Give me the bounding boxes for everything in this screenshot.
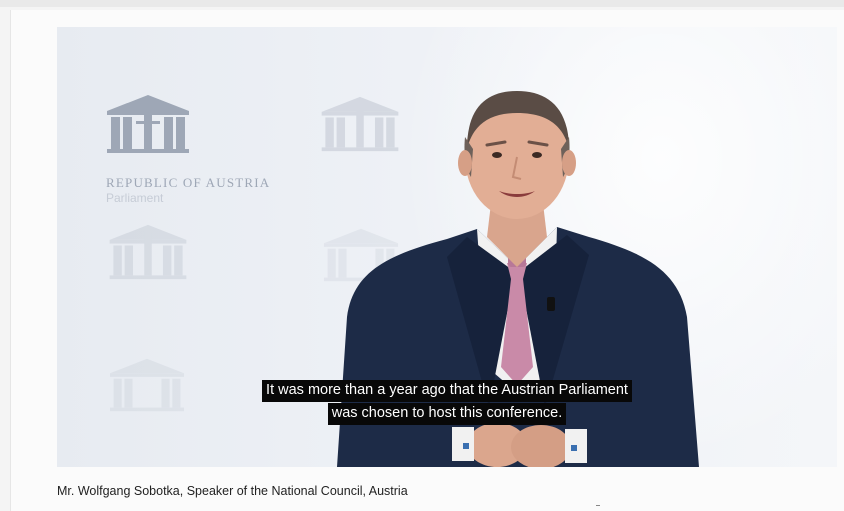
- subtitle-line-2-wrap: was chosen to host this conference.: [57, 403, 837, 425]
- lapel-microphone: [547, 297, 555, 311]
- subtitle-line-1-wrap: It was more than a year ago that the Aus…: [57, 380, 837, 402]
- subtitle-line: was chosen to host this conference.: [327, 403, 567, 425]
- video-player[interactable]: REPUBLIC OF AUSTRIA Parliament It was mo…: [57, 27, 837, 467]
- subtitle-line: It was more than a year ago that the Aus…: [262, 380, 632, 402]
- brand-subtitle: Parliament: [106, 191, 164, 205]
- decorative-mark: [596, 505, 600, 508]
- brand-title: REPUBLIC OF AUSTRIA: [106, 175, 271, 190]
- top-strip: [0, 0, 844, 7]
- parliament-watermark-icon: [109, 224, 187, 280]
- parliament-building-icon: [107, 95, 189, 153]
- video-description: Mr. Wolfgang Sobotka, Speaker of the Nat…: [57, 484, 408, 498]
